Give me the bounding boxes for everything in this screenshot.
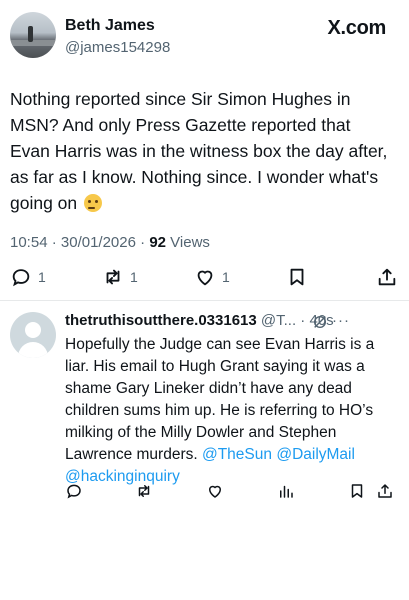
x-brand-label: X.com <box>327 17 386 39</box>
reply-bookmark-button[interactable] <box>348 482 366 505</box>
mention-link[interactable]: @TheSun <box>202 446 272 463</box>
reply-like-button[interactable] <box>206 482 224 505</box>
reply-author-name[interactable]: thetruthisoutthere.0331613 <box>65 312 257 329</box>
retweet-count: 1 <box>130 269 138 285</box>
tweet-meta: 10:54 · 30/01/2026 · 92 Views <box>10 234 210 251</box>
share-button[interactable] <box>376 266 398 288</box>
tweet-time[interactable]: 10:54 <box>10 234 48 251</box>
bookmark-button[interactable] <box>286 266 308 288</box>
divider <box>0 300 409 301</box>
reply-share-button[interactable] <box>376 482 394 505</box>
mention-link[interactable]: @DailyMail <box>276 446 355 463</box>
views-count: 92 <box>149 234 166 251</box>
heart-icon <box>209 485 221 498</box>
reply-tweet[interactable]: thetruthisoutthere.0331613 @T... · 40s ·… <box>10 312 400 512</box>
tweet-header: Beth James @james154298 X.com <box>10 12 400 62</box>
views-label: Views <box>170 234 210 251</box>
reply-author-handle[interactable]: @T... <box>261 312 296 329</box>
tweet-body: Nothing reported since Sir Simon Hughes … <box>10 89 388 213</box>
retweet-icon <box>106 269 120 285</box>
analytics-icon <box>280 485 293 498</box>
reply-action-bar <box>65 482 392 505</box>
like-button[interactable]: 1 <box>194 266 230 288</box>
tweet-date[interactable]: 30/01/2026 <box>61 234 136 251</box>
reply-reply-button[interactable] <box>65 482 83 505</box>
share-icon <box>378 268 396 286</box>
tweet-action-bar: 1 1 1 <box>10 266 400 292</box>
grok-icon[interactable] <box>312 314 328 330</box>
reply-icon <box>67 484 81 499</box>
retweet-icon <box>138 485 150 497</box>
tweet-text: Nothing reported since Sir Simon Hughes … <box>10 86 390 216</box>
bookmark-icon <box>290 268 304 286</box>
author-name[interactable]: Beth James <box>65 17 155 35</box>
author-avatar[interactable] <box>10 12 56 58</box>
retweet-button[interactable]: 1 <box>102 266 138 288</box>
reply-button[interactable]: 1 <box>10 266 46 288</box>
share-icon <box>378 484 392 498</box>
reply-text: Hopefully the Judge can see Evan Harris … <box>65 334 400 488</box>
author-handle[interactable]: @james154298 <box>65 39 170 56</box>
bookmark-icon <box>351 484 363 498</box>
like-count: 1 <box>222 269 230 285</box>
reply-icon <box>12 269 30 287</box>
reply-retweet-button[interactable] <box>135 482 153 505</box>
reply-avatar[interactable] <box>10 312 56 358</box>
more-icon[interactable]: ··· <box>332 312 350 329</box>
thinking-face-icon <box>84 194 103 212</box>
reply-count: 1 <box>38 269 46 285</box>
reply-body: Hopefully the Judge can see Evan Harris … <box>65 336 375 463</box>
reply-views-button[interactable] <box>277 482 295 505</box>
heart-icon <box>197 270 213 286</box>
